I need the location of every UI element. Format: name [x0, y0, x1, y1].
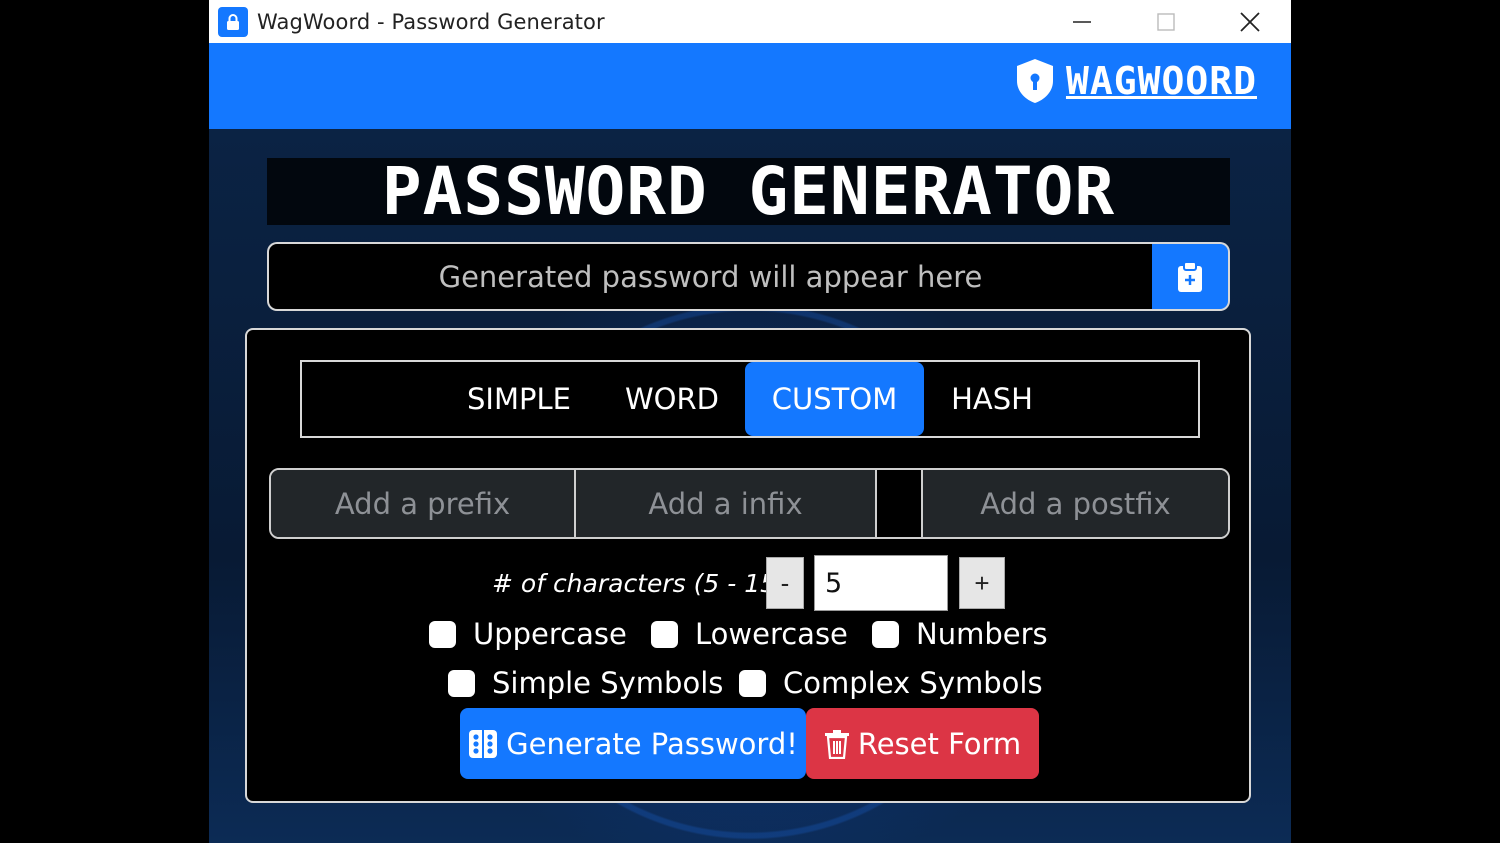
app-window: WagWoord - Password Generator WAGWOORD P… — [209, 0, 1291, 843]
window-title: WagWoord - Password Generator — [257, 10, 605, 34]
generate-password-button[interactable]: Generate Password! — [460, 708, 806, 779]
decrement-button[interactable]: - — [766, 557, 804, 609]
uppercase-label: Uppercase — [473, 617, 627, 651]
complex-symbols-option[interactable]: Complex Symbols — [739, 666, 1043, 700]
numbers-label: Numbers — [916, 617, 1048, 651]
tab-word[interactable]: WORD — [602, 362, 742, 436]
increment-button[interactable]: + — [959, 557, 1005, 609]
maximize-icon — [1157, 12, 1175, 31]
character-count-row: # of characters (5 - 15): - 5 + — [247, 555, 1253, 611]
reset-form-button[interactable]: Reset Form — [806, 708, 1039, 779]
lock-icon — [218, 7, 248, 37]
lowercase-option[interactable]: Lowercase — [651, 617, 848, 651]
close-icon — [1240, 11, 1260, 32]
dice-icon — [469, 729, 498, 758]
shield-keyhole-icon — [1016, 59, 1053, 103]
lowercase-label: Lowercase — [695, 617, 848, 651]
generate-password-label: Generate Password! — [506, 726, 798, 761]
title-bar: WagWoord - Password Generator — [209, 0, 1291, 43]
tab-hash[interactable]: HASH — [938, 362, 1046, 436]
tab-custom[interactable]: CUSTOM — [745, 362, 924, 436]
infix-input[interactable]: Add a infix — [576, 470, 877, 537]
numbers-option[interactable]: Numbers — [872, 617, 1048, 651]
minimize-button[interactable] — [1040, 0, 1124, 43]
postfix-input[interactable]: Add a postfix — [923, 470, 1228, 537]
complex-symbols-label: Complex Symbols — [783, 666, 1043, 700]
password-output-group: Generated password will appear here — [267, 242, 1230, 311]
brand-logo[interactable]: WAGWOORD — [1014, 57, 1257, 105]
complex-symbols-checkbox[interactable] — [739, 669, 766, 697]
simple-symbols-option[interactable]: Simple Symbols — [448, 666, 723, 700]
password-output-field[interactable]: Generated password will appear here — [267, 242, 1152, 311]
minimize-icon — [1073, 20, 1091, 23]
app-header: WAGWOORD — [209, 43, 1291, 129]
page-title: PASSWORD GENERATOR — [267, 153, 1230, 230]
simple-symbols-checkbox[interactable] — [448, 669, 475, 697]
numbers-checkbox[interactable] — [872, 620, 899, 648]
copy-button[interactable] — [1152, 242, 1230, 311]
brand-name: WAGWOORD — [1065, 59, 1257, 103]
generator-card: SIMPLE WORD CUSTOM HASH Add a prefix Add… — [245, 328, 1251, 803]
affix-input-group: Add a prefix Add a infix Add a postfix — [269, 468, 1230, 539]
trash-icon — [824, 729, 849, 759]
reset-form-label: Reset Form — [857, 726, 1022, 761]
affix-separator — [877, 470, 923, 537]
close-button[interactable] — [1208, 0, 1291, 43]
simple-symbols-label: Simple Symbols — [492, 666, 724, 700]
lowercase-checkbox[interactable] — [651, 620, 678, 648]
uppercase-checkbox[interactable] — [429, 620, 456, 648]
mode-tabs: SIMPLE WORD CUSTOM HASH — [300, 360, 1200, 438]
clipboard-icon — [1178, 260, 1202, 292]
uppercase-option[interactable]: Uppercase — [429, 617, 627, 651]
tab-simple[interactable]: SIMPLE — [452, 362, 586, 436]
character-count-label: # of characters (5 - 15): — [492, 569, 795, 598]
character-count-input[interactable]: 5 — [814, 555, 948, 611]
maximize-button[interactable] — [1124, 0, 1208, 43]
prefix-input[interactable]: Add a prefix — [271, 470, 576, 537]
